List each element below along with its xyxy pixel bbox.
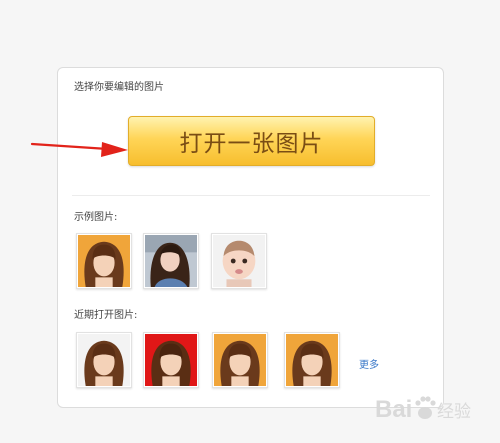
image-picker-panel: 选择你要编辑的图片 打开一张图片 示例图片: 近期打开图片: 更多 (57, 67, 444, 408)
example-thumb-1[interactable] (76, 233, 132, 289)
example-thumb-3[interactable] (211, 233, 267, 289)
divider (72, 195, 430, 196)
baidu-watermark-logo: Bai 经验 (375, 396, 471, 423)
photo-baby-icon (213, 235, 265, 287)
photo-woman-bangs-white-bg-icon (78, 334, 130, 386)
more-link[interactable]: 更多 (359, 356, 379, 371)
open-image-button[interactable]: 打开一张图片 (128, 116, 375, 166)
recent-label: 近期打开图片: (74, 310, 138, 321)
svg-text:Bai: Bai (375, 396, 412, 423)
recent-thumb-1[interactable] (76, 332, 132, 388)
recent-thumb-2[interactable] (143, 332, 199, 388)
recent-thumb-4[interactable] (284, 332, 340, 388)
svg-text:经验: 经验 (437, 402, 471, 422)
select-image-label: 选择你要编辑的图片 (74, 82, 164, 93)
photo-woman-bangs-orange-bg-icon (78, 235, 130, 287)
open-image-button-label: 打开一张图片 (179, 131, 324, 157)
photo-girl-outdoor-icon (145, 235, 197, 287)
annotation-arrow-icon (30, 142, 128, 157)
recent-thumb-3[interactable] (212, 332, 268, 388)
example-thumb-2[interactable] (143, 233, 199, 289)
photo-woman-bangs-red-bg-icon (145, 334, 197, 386)
photo-woman-bangs-orange-bg-icon (214, 334, 266, 386)
examples-label: 示例图片: (74, 212, 118, 223)
photo-woman-bangs-orange-bg-icon (286, 334, 338, 386)
